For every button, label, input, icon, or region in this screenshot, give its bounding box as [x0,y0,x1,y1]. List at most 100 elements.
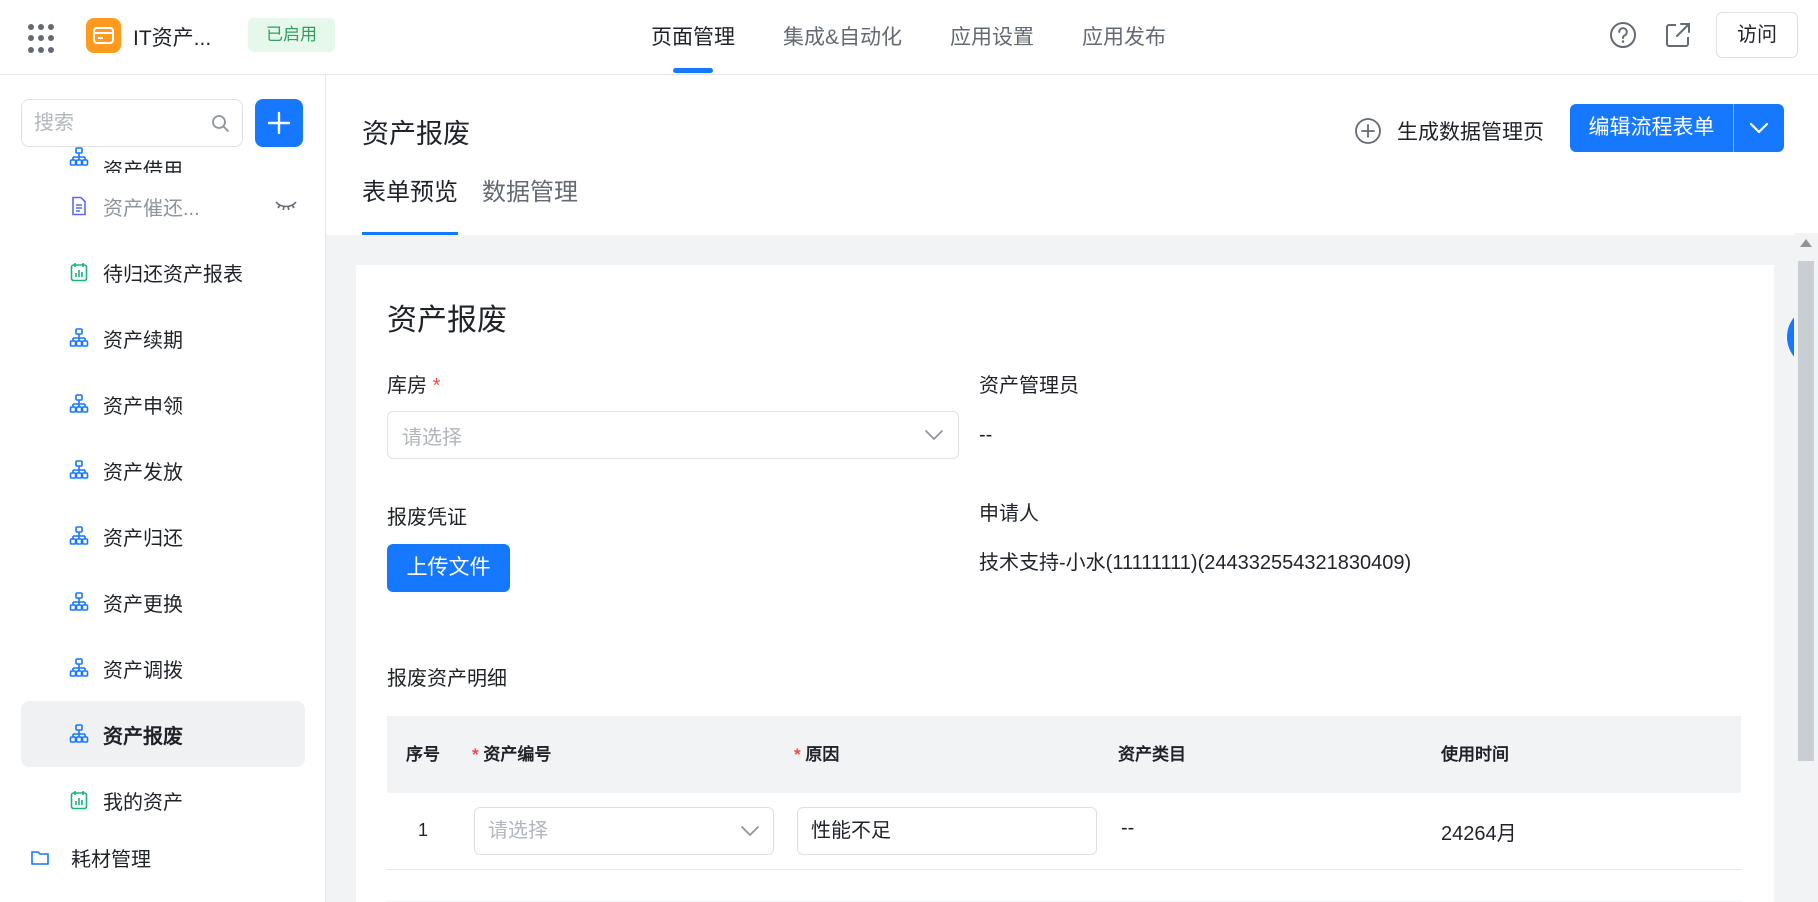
sidebar-item-my-assets[interactable]: 我的资产 [0,767,325,833]
sidebar-item-asset-borrow[interactable]: 资产借用 [0,141,325,173]
main-content: 资产报废 生成数据管理页 编辑流程表单 表单预览 数据管理 资产报废 库房 * … [326,75,1818,902]
workflow-icon [69,460,89,479]
sidebar-item-asset-reminder[interactable]: 资产催还... [0,173,325,239]
page-tabs: 表单预览 数据管理 [362,175,602,235]
tab-form-preview[interactable]: 表单预览 [362,175,458,235]
sidebar-item-asset-transfer[interactable]: 资产调拨 [0,635,325,701]
sidebar-item-label: 资产更换 [103,593,183,616]
top-bar: IT资产... 已启用 页面管理 集成&自动化 应用设置 应用发布 访问 [0,0,1818,75]
row-index: 1 [418,820,429,840]
tab-app-publish[interactable]: 应用发布 [1082,0,1166,75]
status-badge: 已启用 [248,18,335,52]
report-icon [70,263,88,282]
tab-integration[interactable]: 集成&自动化 [783,0,902,75]
sidebar-item-label: 资产归还 [103,527,183,550]
tab-data-management[interactable]: 数据管理 [482,175,578,235]
warehouse-placeholder: 请选择 [402,426,462,449]
scrollbar-thumb[interactable] [1798,261,1814,761]
app-name[interactable]: IT资产... [133,22,211,52]
sidebar-item-pending-return-report[interactable]: 待归还资产报表 [0,239,325,305]
sidebar-item-label: 资产续期 [103,329,183,352]
sidebar: 资产借用 资产催还... 待归还资产报表 资产续期 资产申领 资产发放 资产归还 [0,75,326,902]
edit-flow-form-label[interactable]: 编辑流程表单 [1570,104,1734,152]
reason-input[interactable]: 性能不足 [797,807,1097,855]
chevron-down-icon [925,430,943,440]
tab-page-management[interactable]: 页面管理 [651,0,735,75]
form-title: 资产报废 [387,304,507,337]
workflow-icon [69,147,89,166]
form-card: 资产报废 库房 * 请选择 资产管理员 -- 报废凭证 上传文件 申请人 技术支… [356,265,1774,902]
workflow-icon [69,724,89,743]
sidebar-item-asset-apply[interactable]: 资产申领 [0,371,325,437]
warehouse-label-text: 库房 [387,375,427,397]
eye-off-icon [275,201,297,211]
table-header: 序号 * 资产编号 * 原因 资产类目 使用时间 [387,716,1741,793]
column-header-reason: * 原因 [794,745,840,764]
column-header-index: 序号 [406,745,440,764]
sidebar-item-label: 资产报废 [103,725,183,748]
workflow-icon [69,394,89,413]
sidebar-item-label: 资产催还... [103,197,200,220]
sidebar-item-label: 资产发放 [103,461,183,484]
applicant-value: 技术支持-小水(11111111)(244332554321830409) [979,552,1412,574]
column-header-asset-no: * 资产编号 [472,745,552,764]
required-mark: * [432,375,441,397]
chevron-down-icon [1749,122,1769,134]
upload-file-button[interactable]: 上传文件 [387,544,510,592]
sidebar-item-consumables[interactable]: 耗材管理 [0,833,325,873]
vertical-scrollbar[interactable] [1794,233,1818,902]
plus-icon [267,111,291,135]
external-link-icon[interactable] [1663,20,1693,50]
detail-label: 报废资产明细 [387,668,507,690]
sidebar-item-label: 我的资产 [103,791,183,814]
add-page-button[interactable] [255,99,303,147]
search-icon [212,115,229,132]
generate-data-page-button[interactable]: 生成数据管理页 [1354,113,1544,149]
workflow-icon [69,592,89,611]
sidebar-item-label: 资产借用 [103,160,183,173]
asset-no-select[interactable]: 请选择 [474,807,774,855]
report-icon [70,791,88,810]
sidebar-item-asset-replace[interactable]: 资产更换 [0,569,325,635]
sidebar-item-asset-return[interactable]: 资产归还 [0,503,325,569]
tab-app-settings[interactable]: 应用设置 [950,0,1034,75]
scrap-detail-table: 序号 * 资产编号 * 原因 资产类目 使用时间 1 请选择 性能不足 -- 2… [387,716,1741,870]
sidebar-item-label: 资产调拨 [103,659,183,682]
workflow-icon [69,526,89,545]
table-row: 1 请选择 性能不足 -- 24264月 [387,793,1741,870]
document-icon [72,196,86,216]
folder-icon [31,851,49,865]
app-logo-icon [86,18,121,53]
warehouse-select[interactable]: 请选择 [387,411,959,459]
sidebar-item-asset-issue[interactable]: 资产发放 [0,437,325,503]
edit-flow-form-button[interactable]: 编辑流程表单 [1570,104,1784,152]
applicant-label: 申请人 [979,503,1039,525]
category-value: -- [1121,817,1135,839]
asset-no-placeholder: 请选择 [488,820,548,842]
scroll-up-icon[interactable] [1800,239,1812,247]
sidebar-item-asset-scrap[interactable]: 资产报废 [21,701,305,767]
chevron-down-icon [741,826,759,836]
page-title: 资产报废 [362,119,470,149]
voucher-label: 报废凭证 [387,507,467,529]
sidebar-item-label: 资产申领 [103,395,183,418]
column-header-duration: 使用时间 [1441,745,1509,764]
sidebar-item-asset-renew[interactable]: 资产续期 [0,305,325,371]
sidebar-item-label: 耗材管理 [71,849,151,871]
page-header: 资产报废 生成数据管理页 编辑流程表单 表单预览 数据管理 [326,75,1818,235]
plus-circle-icon [1355,118,1381,144]
app-grid-icon[interactable] [28,24,58,54]
manager-label: 资产管理员 [979,375,1079,397]
top-tabs: 页面管理 集成&自动化 应用设置 应用发布 [651,0,1214,75]
search-input[interactable] [34,100,204,146]
search-field[interactable] [21,99,243,147]
workflow-icon [69,658,89,677]
edit-dropdown-toggle[interactable] [1734,104,1784,152]
visit-button[interactable]: 访问 [1716,12,1798,58]
manager-value: -- [979,424,993,446]
sidebar-item-label: 待归还资产报表 [103,263,243,286]
help-icon[interactable] [1608,20,1638,50]
sidebar-nav: 资产借用 资产催还... 待归还资产报表 资产续期 资产申领 资产发放 资产归还 [0,141,325,873]
workflow-icon [69,328,89,347]
duration-value: 24264月 [1441,823,1517,845]
